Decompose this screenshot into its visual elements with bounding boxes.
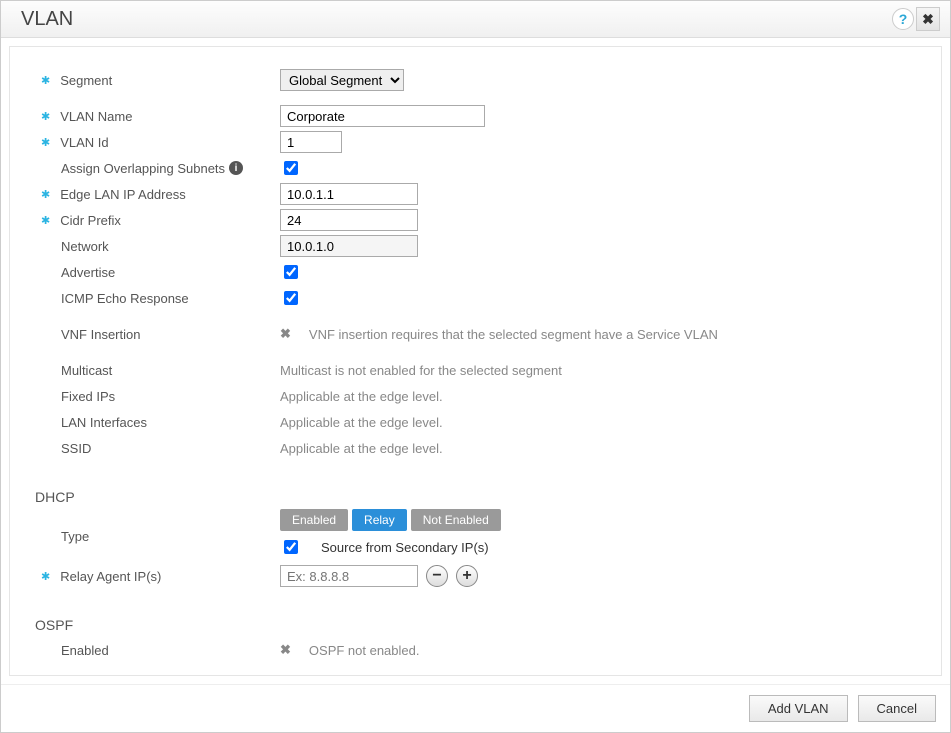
label-cidr: Cidr Prefix [35, 213, 280, 228]
row-ssid: SSID Applicable at the edge level. [35, 435, 916, 461]
add-vlan-button[interactable]: Add VLAN [749, 695, 848, 722]
source-secondary-checkbox[interactable] [284, 540, 298, 554]
row-edge-ip: Edge LAN IP Address [35, 181, 916, 207]
row-vlan-name: VLAN Name [35, 103, 916, 129]
row-cidr: Cidr Prefix [35, 207, 916, 233]
overlap-checkbox[interactable] [284, 161, 298, 175]
label-icmp: ICMP Echo Response [35, 291, 280, 306]
row-source-secondary: Source from Secondary IP(s) [280, 537, 489, 557]
cancel-button[interactable]: Cancel [858, 695, 936, 722]
edge-ip-input[interactable] [280, 183, 418, 205]
row-fixed-ips: Fixed IPs Applicable at the edge level. [35, 383, 916, 409]
plus-icon: + [462, 568, 471, 584]
vlan-dialog: VLAN ? ✖ Segment Global Segment VLAN Nam… [0, 0, 951, 733]
row-ospf-enabled: Enabled ✖ OSPF not enabled. [35, 637, 916, 663]
label-ospf-enabled: Enabled [35, 643, 280, 658]
close-button[interactable]: ✖ [916, 7, 940, 31]
label-overlap: Assign Overlapping Subnets i [35, 161, 280, 176]
ssid-msg: Applicable at the edge level. [280, 441, 443, 456]
source-secondary-label: Source from Secondary IP(s) [321, 540, 489, 555]
dhcp-relay-button[interactable]: Relay [352, 509, 407, 531]
advertise-checkbox[interactable] [284, 265, 298, 279]
dialog-body: Segment Global Segment VLAN Name VLAN Id [9, 46, 942, 676]
row-vnf: VNF Insertion ✖ VNF insertion requires t… [35, 321, 916, 347]
vlan-id-input[interactable] [280, 131, 342, 153]
fixed-ips-msg: Applicable at the edge level. [280, 389, 443, 404]
row-advertise: Advertise [35, 259, 916, 285]
remove-relay-button[interactable]: − [426, 565, 448, 587]
ospf-title: OSPF [35, 617, 916, 633]
label-lan-if: LAN Interfaces [35, 415, 280, 430]
dhcp-not-enabled-button[interactable]: Not Enabled [411, 509, 501, 531]
label-dhcp-type: Type [35, 529, 280, 544]
label-vnf: VNF Insertion [35, 327, 280, 342]
row-network: Network [35, 233, 916, 259]
dhcp-enabled-button[interactable]: Enabled [280, 509, 348, 531]
row-relay-agent: Relay Agent IP(s) − + [35, 563, 916, 589]
remove-icon: ✖ [280, 642, 291, 658]
label-ssid: SSID [35, 441, 280, 456]
dhcp-toggle-group: Enabled Relay Not Enabled [280, 509, 505, 531]
label-edge-ip: Edge LAN IP Address [35, 187, 280, 202]
dialog-title: VLAN [21, 8, 73, 31]
dialog-header: VLAN ? ✖ [1, 1, 950, 38]
header-actions: ? ✖ [892, 7, 940, 31]
info-icon[interactable]: i [229, 161, 243, 175]
vnf-msg: VNF insertion requires that the selected… [309, 327, 718, 342]
label-vlan-id: VLAN Id [35, 135, 280, 150]
label-segment: Segment [35, 73, 280, 88]
segment-select[interactable]: Global Segment [280, 69, 404, 91]
row-lan-if: LAN Interfaces Applicable at the edge le… [35, 409, 916, 435]
cidr-input[interactable] [280, 209, 418, 231]
dhcp-title: DHCP [35, 489, 916, 505]
row-segment: Segment Global Segment [35, 67, 916, 93]
network-input [280, 235, 418, 257]
label-fixed-ips: Fixed IPs [35, 389, 280, 404]
icmp-checkbox[interactable] [284, 291, 298, 305]
label-advertise: Advertise [35, 265, 280, 280]
vlan-name-input[interactable] [280, 105, 485, 127]
row-vlan-id: VLAN Id [35, 129, 916, 155]
label-network: Network [35, 239, 280, 254]
row-icmp: ICMP Echo Response [35, 285, 916, 311]
row-multicast: Multicast Multicast is not enabled for t… [35, 357, 916, 383]
row-overlap: Assign Overlapping Subnets i [35, 155, 916, 181]
add-relay-button[interactable]: + [456, 565, 478, 587]
lan-if-msg: Applicable at the edge level. [280, 415, 443, 430]
label-vlan-name: VLAN Name [35, 109, 280, 124]
label-relay-agent: Relay Agent IP(s) [35, 569, 280, 584]
label-multicast: Multicast [35, 363, 280, 378]
minus-icon: − [432, 568, 441, 584]
remove-icon: ✖ [280, 326, 291, 342]
help-button[interactable]: ? [892, 8, 914, 30]
multicast-msg: Multicast is not enabled for the selecte… [280, 363, 562, 378]
ospf-msg: OSPF not enabled. [309, 643, 420, 658]
row-dhcp-type: Type Enabled Relay Not Enabled Source fr… [35, 509, 916, 563]
relay-agent-input[interactable] [280, 565, 418, 587]
